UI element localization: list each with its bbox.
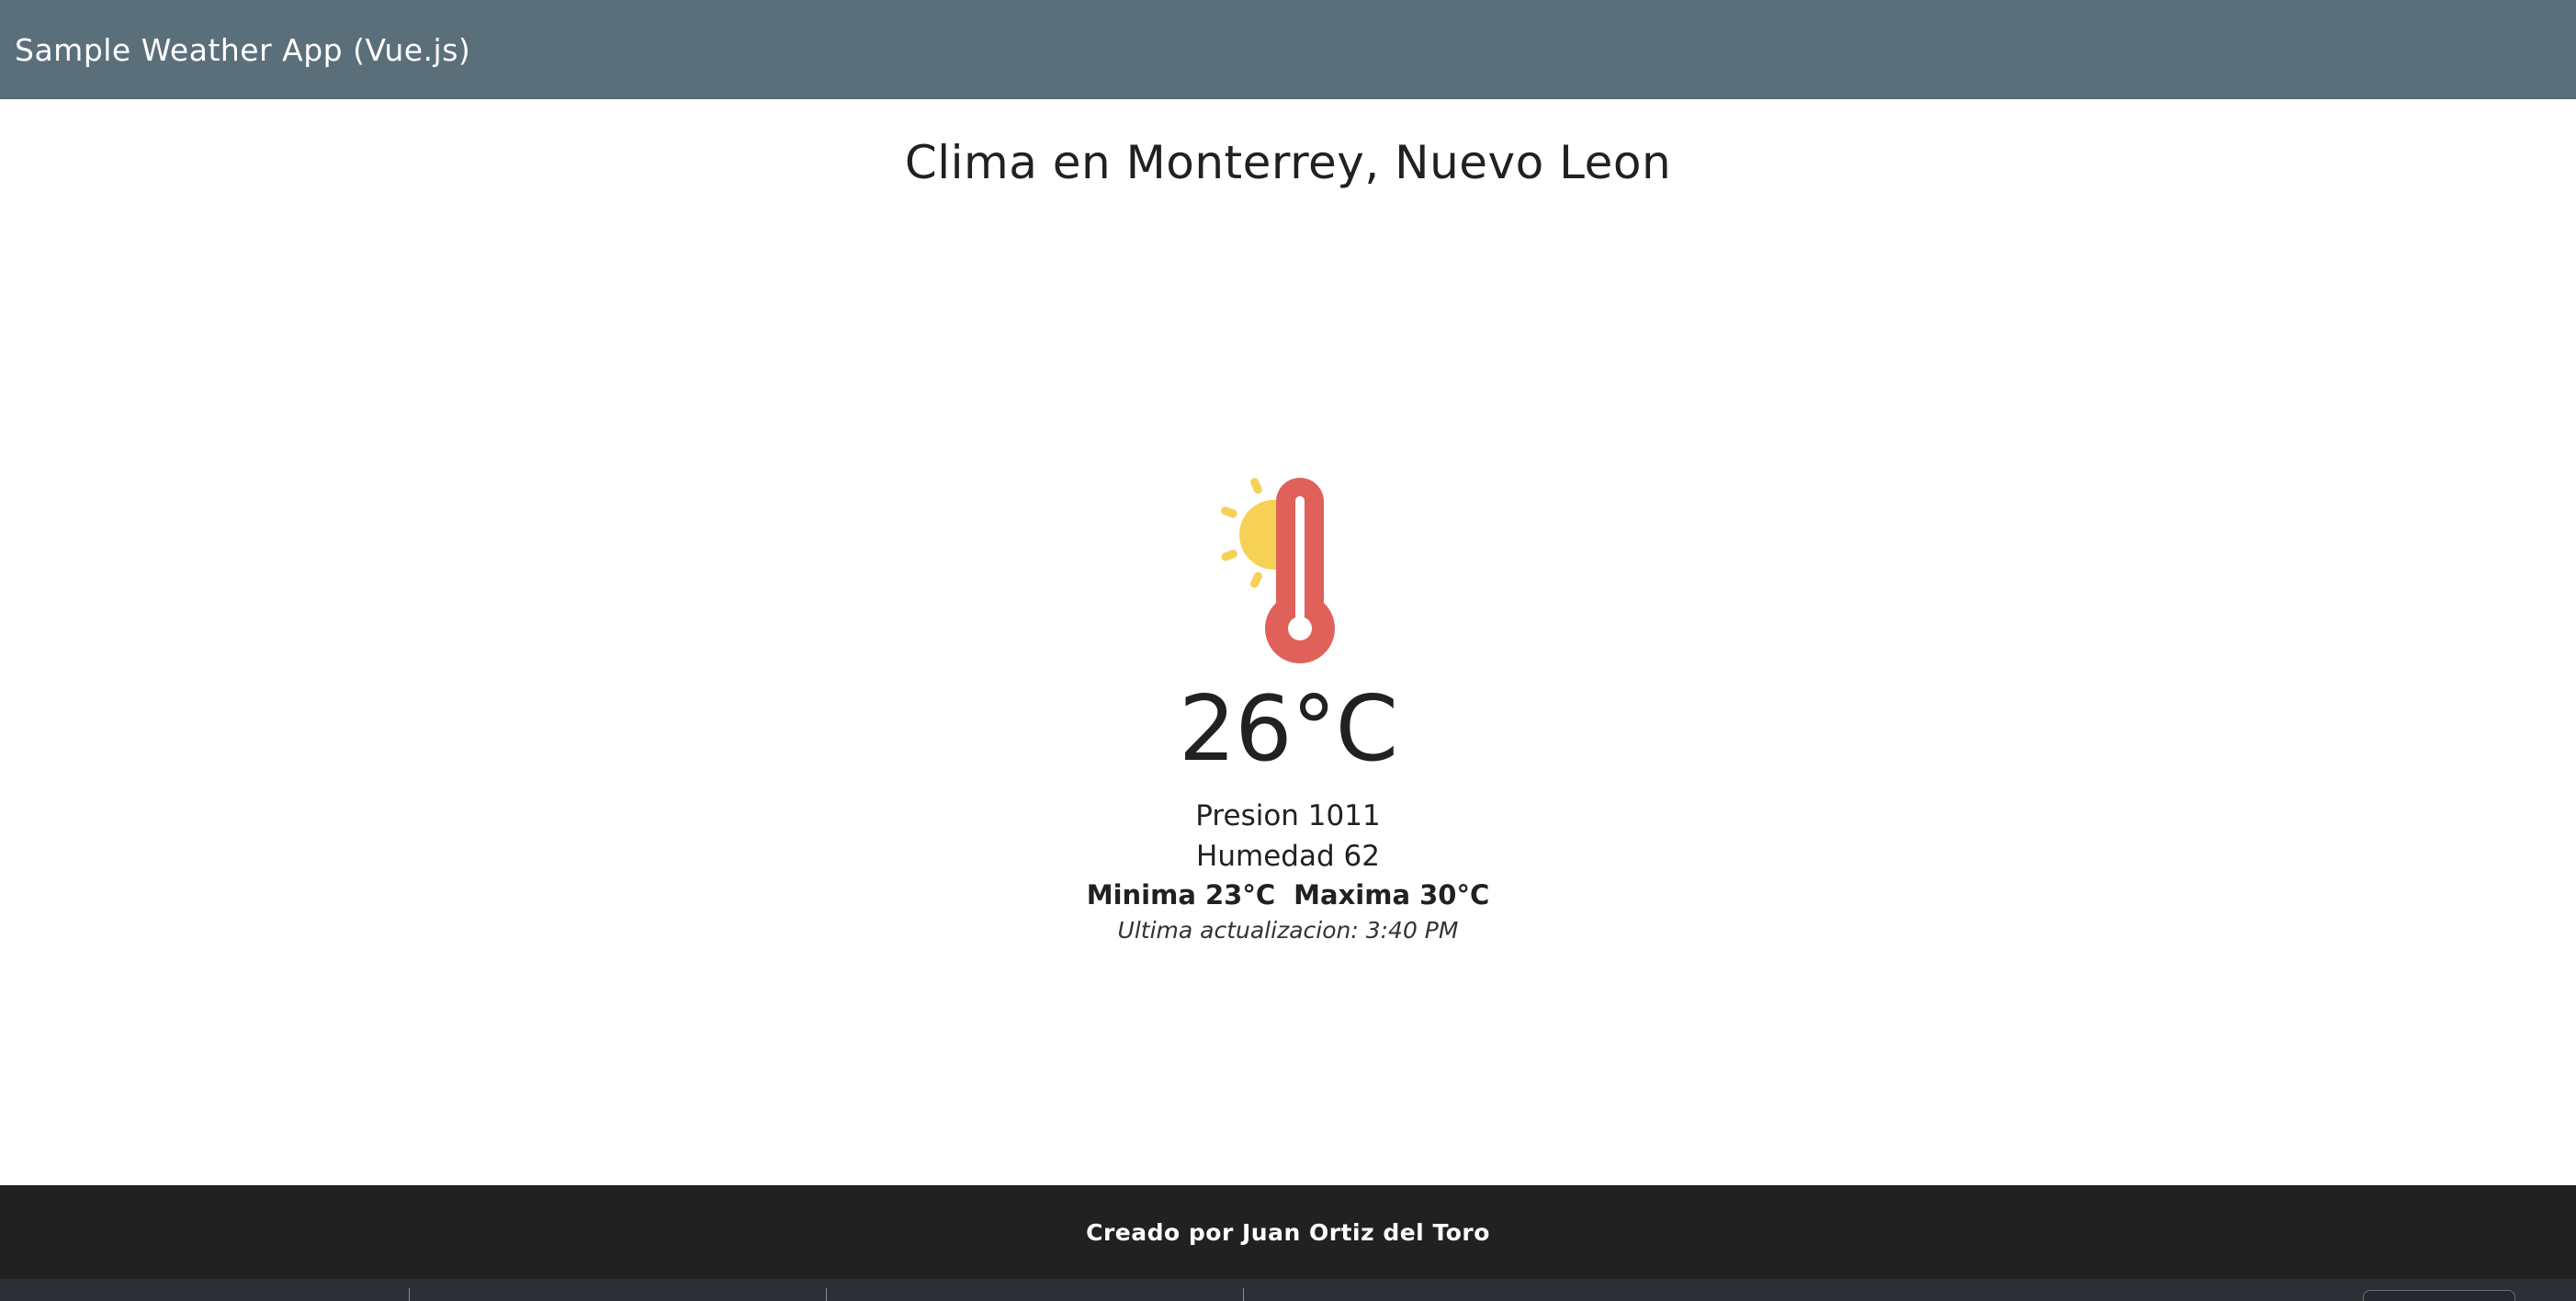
taskbar-button[interactable] (2363, 1290, 2515, 1301)
taskbar-divider (1243, 1288, 1244, 1301)
footer-credit: Creado por Juan Ortiz del Toro (1086, 1218, 1490, 1246)
taskbar-divider (826, 1288, 827, 1301)
pressure-reading: Presion 1011 (1195, 799, 1381, 832)
maximum-temperature: Maxima 30°C (1294, 879, 1490, 911)
humidity-reading: Humedad 62 (1196, 840, 1380, 873)
minimum-temperature: Minima 23°C (1086, 879, 1276, 911)
min-max-temperature: Minima 23°C Maxima 30°C (0, 876, 2576, 914)
sun-thermometer-icon (1192, 478, 1375, 665)
app-bar: Sample Weather App (Vue.js) (0, 0, 2576, 99)
app-title: Sample Weather App (Vue.js) (15, 31, 471, 68)
taskbar-divider (409, 1288, 410, 1301)
taskbar (0, 1279, 2576, 1301)
footer: Creado por Juan Ortiz del Toro (0, 1185, 2576, 1279)
city-title: Clima en Monterrey, Nuevo Leon (904, 136, 1672, 189)
last-updated: Ultima actualizacion: 3:40 PM (1117, 917, 1459, 944)
weather-app-page: Sample Weather App (Vue.js) Clima en Mon… (0, 0, 2576, 1301)
current-temperature: 26°C (1178, 677, 1398, 782)
